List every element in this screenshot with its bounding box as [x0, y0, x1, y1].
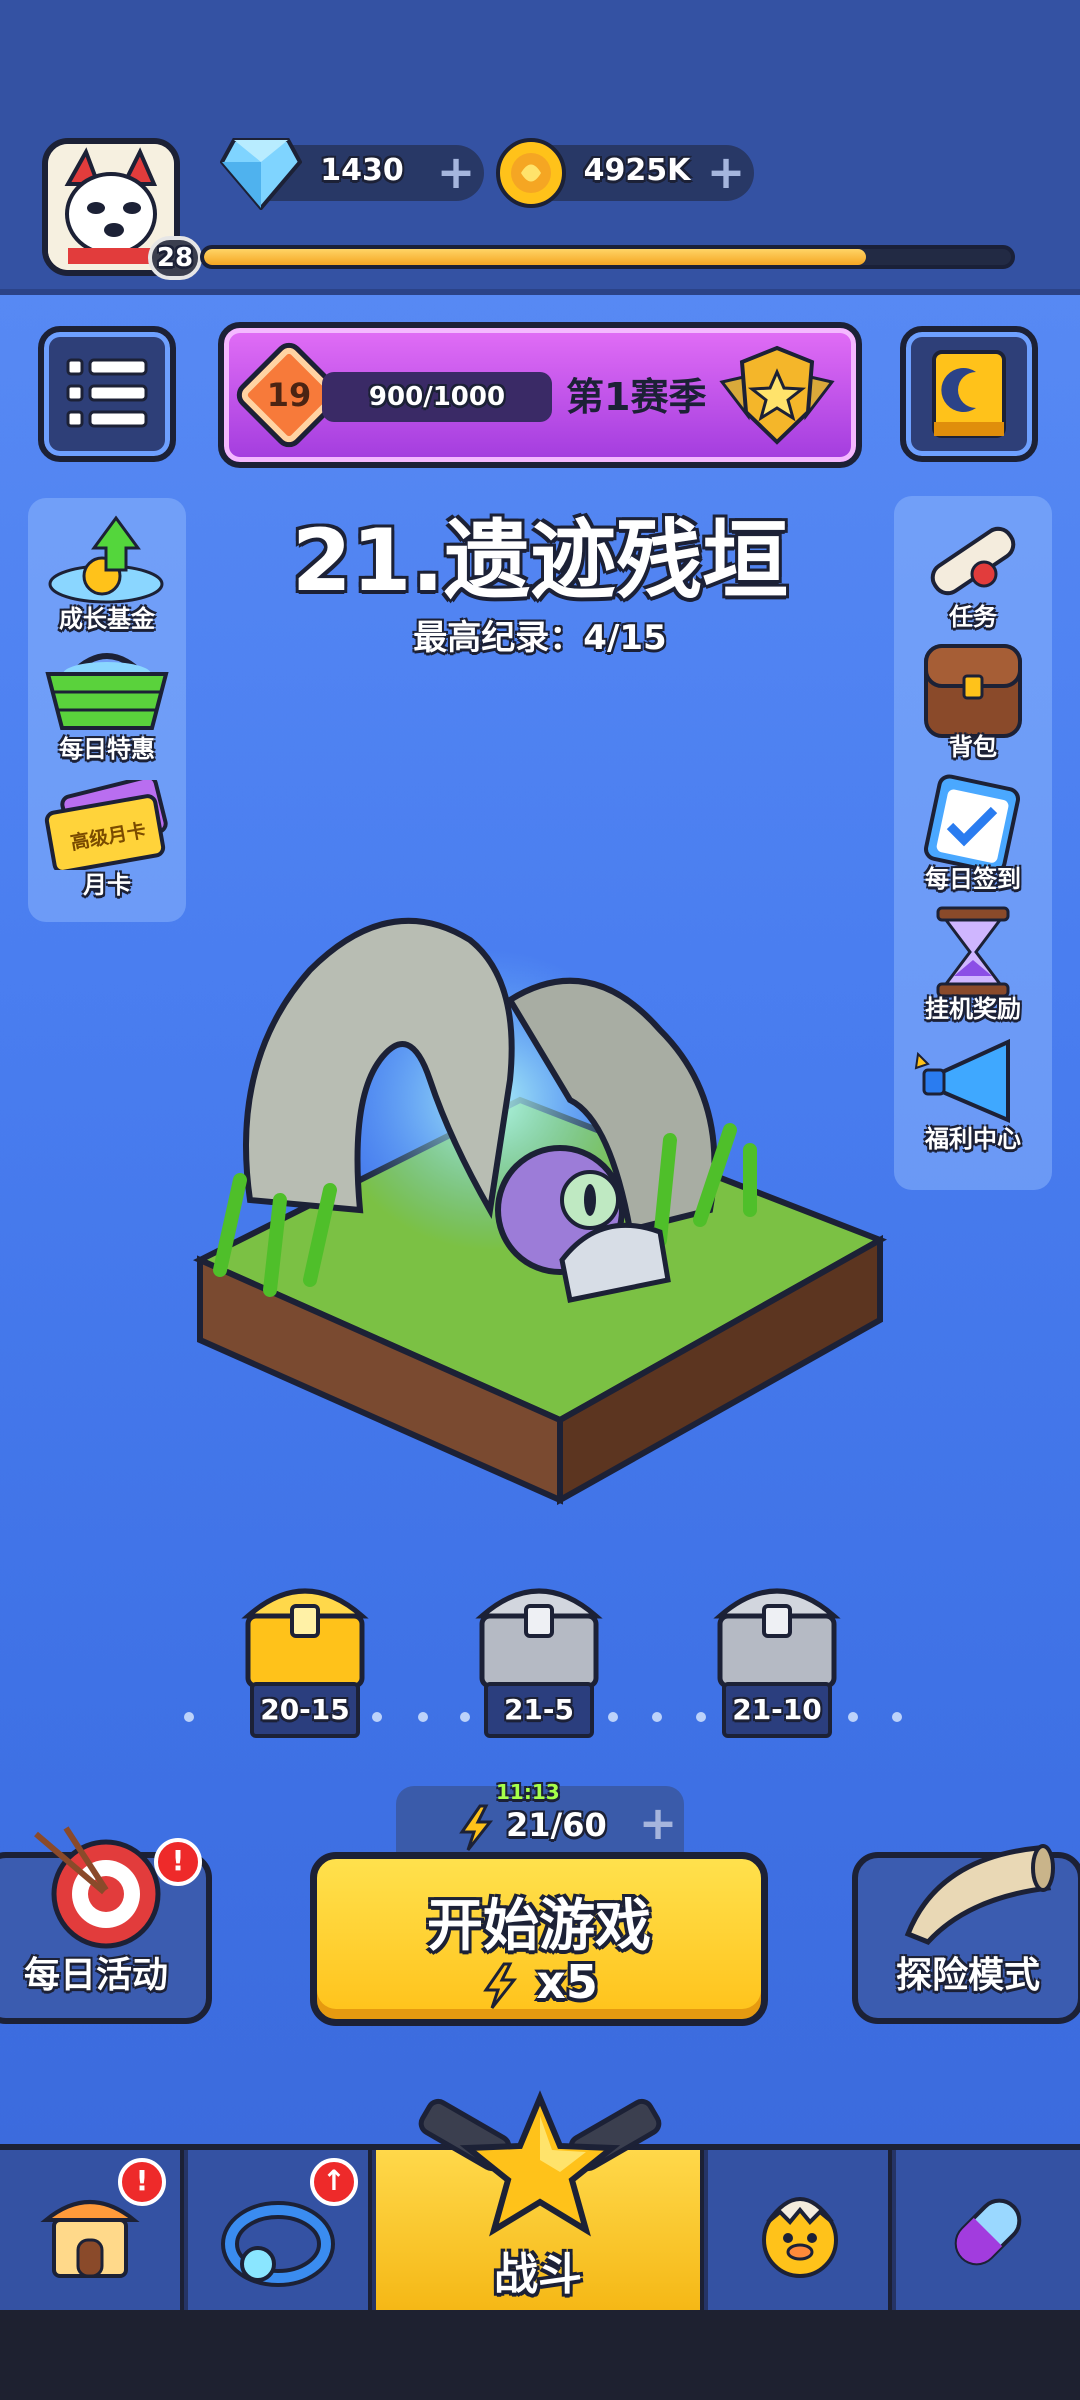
chest-stage-label: 21-5: [484, 1682, 594, 1738]
chest-stage-label: 20-15: [250, 1682, 360, 1738]
star-cannon-icon: [410, 2088, 670, 2252]
progress-dot: [696, 1712, 706, 1722]
moon-book-icon: [932, 350, 1006, 438]
scroll-icon: [930, 526, 1016, 596]
backpack-button[interactable]: 背包: [898, 642, 1048, 762]
start-game-button[interactable]: 开始游戏 x5: [310, 1852, 768, 2026]
growth-fund-button[interactable]: 成长基金: [32, 514, 182, 634]
daily-checkin-label: 每日签到: [925, 865, 1021, 893]
silver-chest-icon: [475, 1588, 603, 1689]
horn-icon: [904, 1844, 1055, 1945]
tasks-button[interactable]: 任务: [898, 512, 1048, 632]
xp-progress-bar: [200, 245, 1015, 269]
checkin-clipboard-icon: [924, 774, 1020, 874]
add-energy-button[interactable]: +: [638, 1800, 678, 1846]
menu-button[interactable]: [38, 326, 176, 462]
player-level-badge: 28: [148, 236, 202, 280]
megaphone-icon: [914, 1038, 1010, 1124]
backpack-label: 背包: [949, 733, 997, 761]
chest-stage-label: 21-10: [722, 1682, 832, 1738]
daily-checkin-button[interactable]: 每日签到: [898, 774, 1048, 894]
daily-activity-label: 每日活动: [23, 1955, 168, 1996]
monthly-card-label: 月卡: [83, 871, 131, 899]
growth-fund-label: 成长基金: [59, 605, 155, 633]
daily-activity-button[interactable]: ! 每日活动: [0, 1826, 212, 2024]
chick-egg-icon: [762, 2197, 838, 2278]
progress-dot: [372, 1712, 382, 1722]
ring-icon: [221, 2201, 335, 2287]
daily-deal-basket-icon: [45, 653, 169, 730]
explore-mode-button[interactable]: 探险模式: [852, 1844, 1080, 2024]
progress-dot: [892, 1712, 902, 1722]
shop-badge: !: [118, 2158, 166, 2206]
season-progress: 900/1000: [322, 372, 552, 422]
equipment-badge: ↑: [310, 2158, 358, 2206]
growth-fund-icon: [48, 515, 164, 604]
list-menu-icon: [66, 358, 148, 428]
start-game-cost-value: x5: [536, 1955, 598, 2009]
nav-tab-items[interactable]: [896, 2150, 1080, 2310]
lightning-icon: [483, 1962, 518, 2009]
add-gems-button[interactable]: +: [436, 149, 476, 195]
add-coins-button[interactable]: +: [706, 149, 746, 195]
top-bar: 28 1430 + 4925K +: [0, 0, 1080, 295]
target-arrows-icon: [34, 1826, 161, 1949]
coin-icon: [494, 136, 568, 214]
explore-mode-label: 探险模式: [895, 1955, 1040, 1996]
idle-reward-label: 挂机奖励: [925, 995, 1021, 1023]
daily-activity-badge: !: [154, 1838, 202, 1886]
start-game-label: 开始游戏: [427, 1894, 651, 1959]
energy-value: 21/60: [506, 1806, 607, 1844]
system-nav-strip: [0, 2310, 1080, 2400]
xp-progress-fill: [204, 249, 866, 265]
stage-ruins-illustration[interactable]: [190, 880, 890, 1524]
backpack-icon: [924, 644, 1022, 738]
hourglass-icon: [936, 906, 1010, 998]
start-game-cost: x5: [317, 1955, 761, 2012]
chest-reward-2[interactable]: 21-5: [474, 1572, 604, 1738]
nav-tab-shop[interactable]: !: [0, 2150, 184, 2310]
gold-chest-icon: [241, 1588, 369, 1689]
progress-dot: [184, 1712, 194, 1722]
season-banner[interactable]: 19 900/1000 第1赛季: [218, 322, 862, 468]
shop-icon: [40, 2200, 140, 2278]
silver-chest-icon: [713, 1588, 841, 1689]
progress-dot: [418, 1712, 428, 1722]
codex-button[interactable]: [900, 326, 1038, 462]
season-star-shield-icon: [718, 342, 836, 454]
nav-tab-pets[interactable]: [708, 2150, 892, 2310]
energy-timer: 11:13: [496, 1780, 560, 1804]
chest-reward-3[interactable]: 21-10: [712, 1572, 842, 1738]
nav-tab-equipment[interactable]: ↑: [188, 2150, 372, 2310]
daily-deal-button[interactable]: 每日特惠: [32, 644, 182, 764]
energy-counter: 11:13 21/60 +: [396, 1780, 684, 1862]
progress-dot: [652, 1712, 662, 1722]
tasks-label: 任务: [949, 603, 997, 631]
progress-dot: [608, 1712, 618, 1722]
welfare-center-button[interactable]: 福利中心: [898, 1034, 1048, 1154]
season-name: 第1赛季: [566, 375, 707, 419]
progress-dot: [460, 1712, 470, 1722]
lightning-icon: [459, 1804, 494, 1851]
welfare-center-label: 福利中心: [925, 1125, 1021, 1153]
capsule-icon: [954, 2198, 1022, 2266]
gem-icon: [219, 136, 303, 214]
season-level-text: 19: [266, 376, 312, 414]
progress-dot: [848, 1712, 858, 1722]
chest-reward-1[interactable]: 20-15: [240, 1572, 370, 1738]
daily-deal-label: 每日特惠: [59, 735, 155, 763]
idle-reward-button[interactable]: 挂机奖励: [898, 904, 1048, 1024]
monthly-card-button[interactable]: 高级月卡 月卡: [32, 774, 182, 900]
